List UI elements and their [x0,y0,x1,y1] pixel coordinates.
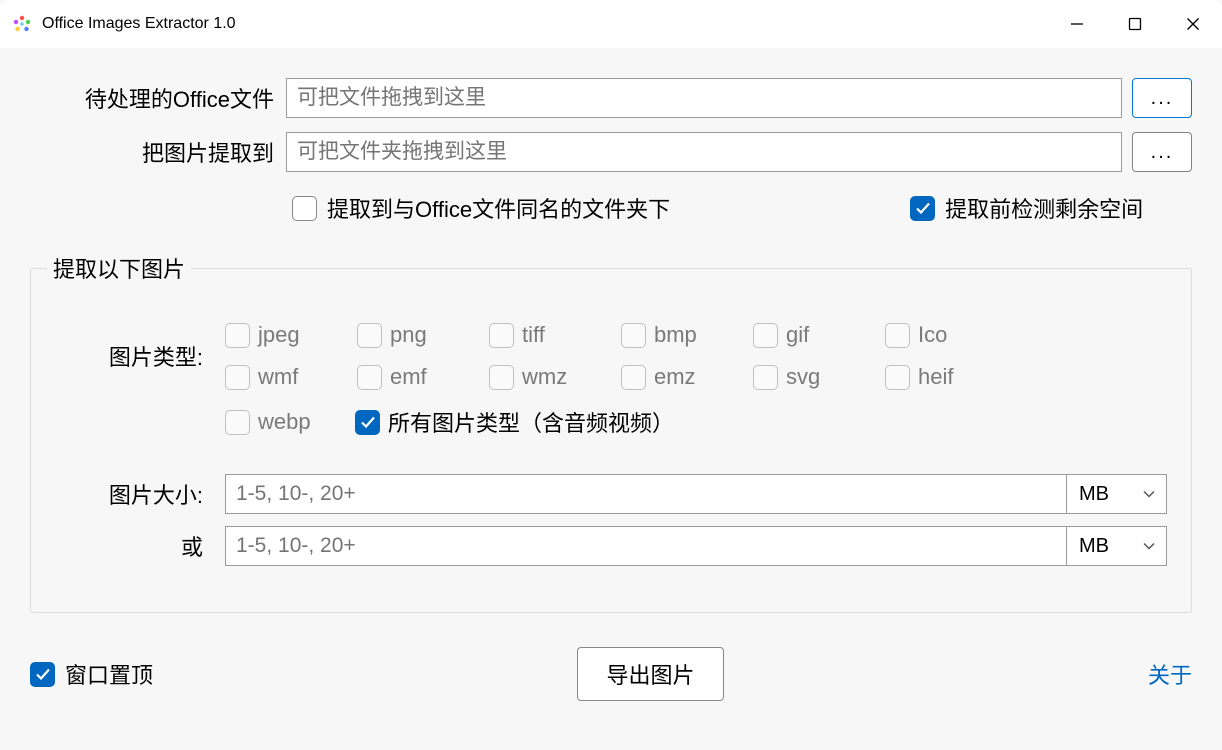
samename-checkbox[interactable] [292,196,317,221]
type-webp-checkbox[interactable] [225,410,250,435]
type-emf-checkbox[interactable] [357,365,382,390]
window-title: Office Images Extractor 1.0 [42,15,1048,33]
image-size-label: 图片大小: [55,478,225,510]
or-label: 或 [55,530,225,562]
output-dir-label: 把图片提取到 [30,136,286,168]
app-window: Office Images Extractor 1.0 待处理的Office文件… [0,0,1222,750]
all-types-label: 所有图片类型（含音频视频） [388,406,674,438]
type-svg-label: svg [786,364,820,390]
output-dir-field[interactable] [286,132,1122,172]
unit-label-2: MB [1079,535,1109,558]
input-file-label: 待处理的Office文件 [30,82,286,114]
input-file-field[interactable] [286,78,1122,118]
type-emz-checkbox[interactable] [621,365,646,390]
pin-top-label: 窗口置顶 [65,658,153,690]
type-wmz-checkbox[interactable] [489,365,514,390]
checkspace-label: 提取前检测剩余空间 [945,192,1143,224]
type-svg-checkbox[interactable] [753,365,778,390]
type-wmz-label: wmz [522,364,567,390]
type-jpeg-checkbox[interactable] [225,323,250,348]
type-bmp-label: bmp [654,322,697,348]
pin-top-checkbox[interactable] [30,662,55,687]
minimize-button[interactable] [1048,0,1106,48]
size-unit-select-2[interactable]: MB [1067,526,1167,566]
samename-label: 提取到与Office文件同名的文件夹下 [327,192,670,224]
type-png-label: png [390,322,427,348]
browse-output-button[interactable]: ... [1132,132,1192,172]
about-link[interactable]: 关于 [1148,658,1192,690]
maximize-button[interactable] [1106,0,1164,48]
type-heif-label: heif [918,364,953,390]
browse-input-button[interactable]: ... [1132,78,1192,118]
type-jpeg-label: jpeg [258,322,300,348]
type-ico-checkbox[interactable] [885,323,910,348]
groupbox-legend: 提取以下图片 [47,252,191,284]
size-input-2[interactable] [225,526,1067,566]
unit-label-1: MB [1079,483,1109,506]
type-gif-label: gif [786,322,809,348]
checkspace-checkbox[interactable] [910,196,935,221]
export-button[interactable]: 导出图片 [577,647,723,701]
type-tiff-label: tiff [522,322,545,348]
type-tiff-checkbox[interactable] [489,323,514,348]
size-unit-select-1[interactable]: MB [1067,474,1167,514]
titlebar: Office Images Extractor 1.0 [0,0,1222,48]
image-type-label: 图片类型: [55,340,225,372]
type-gif-checkbox[interactable] [753,323,778,348]
type-ico-label: Ico [918,322,947,348]
close-button[interactable] [1164,0,1222,48]
type-emz-label: emz [654,364,696,390]
type-wmf-checkbox[interactable] [225,365,250,390]
type-heif-checkbox[interactable] [885,365,910,390]
all-types-checkbox[interactable] [355,410,380,435]
extract-groupbox: 提取以下图片 图片类型: jpeg png tiff bmp gif Ico wmf emf w… [30,252,1192,613]
app-icon [12,14,32,34]
chevron-down-icon [1142,539,1156,553]
chevron-down-icon [1142,487,1156,501]
type-webp-label: webp [258,409,311,435]
main-content: 待处理的Office文件 ... 把图片提取到 ... 提取到与Office文件… [0,48,1222,750]
type-png-checkbox[interactable] [357,323,382,348]
type-wmf-label: wmf [258,364,298,390]
size-input-1[interactable] [225,474,1067,514]
type-emf-label: emf [390,364,427,390]
type-bmp-checkbox[interactable] [621,323,646,348]
